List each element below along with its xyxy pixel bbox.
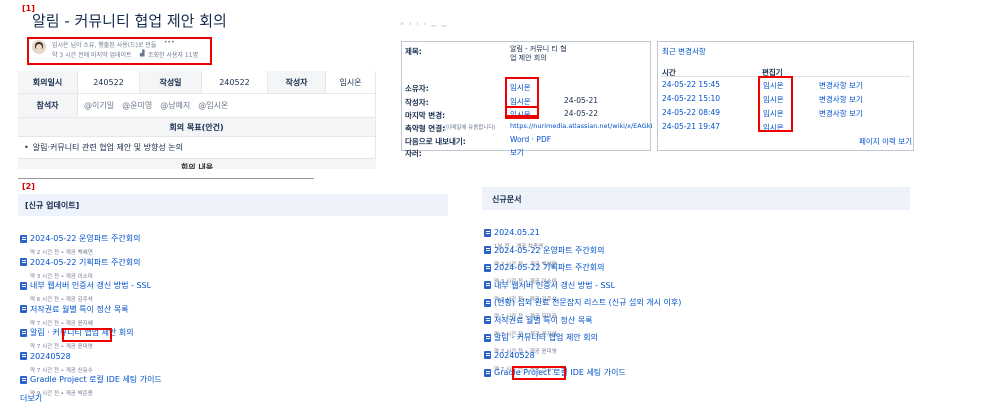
author-value: 임시온: [326, 71, 376, 94]
view-changes-link[interactable]: 변경사항 보기: [819, 80, 863, 91]
page-icon: [484, 298, 491, 307]
bullet: •: [24, 143, 29, 152]
attendee-mention[interactable]: @윤미영: [122, 100, 152, 111]
highlight-left-author: [62, 328, 112, 342]
left-panel-title: [신규 업데이트]: [25, 201, 80, 210]
attendee-mention[interactable]: @이기일: [84, 100, 114, 111]
list-item-title[interactable]: 2024-05-22 운영파트 주간회의: [494, 246, 604, 255]
left-panel-header: [18, 194, 448, 216]
list-item-title[interactable]: 2024-05-22 운영파트 주간회의: [30, 234, 140, 243]
page-icon: [20, 375, 27, 384]
written-value: 240522: [202, 71, 268, 94]
list-item-title[interactable]: Gradle Project 로컬 IDE 세팅 가이드: [30, 375, 162, 384]
page-icon: [484, 263, 491, 272]
attendees-list: @이기일 @윤미영 @남예지 @임시온: [78, 94, 376, 118]
page-icon: [484, 368, 491, 377]
page-icon: [484, 316, 491, 324]
info-owner-label: 소유자:: [405, 84, 429, 93]
view-changes-link[interactable]: 변경사항 보기: [819, 108, 863, 119]
change-time[interactable]: 24-05-21 19:47: [662, 122, 720, 131]
info-title-label: 제목:: [405, 47, 422, 56]
cut-off-heading: " ' ' ' ─ ─: [400, 22, 448, 32]
page-icon: [20, 352, 27, 360]
recent-changes-title: 최근 변경사항: [662, 47, 706, 56]
page-icon: [484, 246, 491, 254]
page-icon: [20, 305, 27, 313]
attendee-mention[interactable]: @남예지: [160, 100, 190, 111]
page-icon: [484, 281, 491, 289]
right-panel-title: 신규문서: [492, 195, 522, 204]
list-item-title[interactable]: 저작권료 월별 특이 정산 목록: [30, 305, 129, 314]
info-tinylink-label: 축약형 연결:: [405, 124, 446, 133]
info-extra-value[interactable]: 보기: [510, 147, 524, 158]
goal-item: • 알림·커뮤니티 관련 협업 제안 및 방향성 논의: [18, 137, 376, 159]
page-icon: [20, 281, 27, 290]
section-2-tag: [2]: [22, 182, 35, 191]
list-item-meta: 약 9 시간 전 • 게공 박준용: [30, 391, 93, 397]
change-time[interactable]: 24-05-22 15:45: [662, 80, 720, 89]
divider: [18, 178, 314, 179]
info-export-links[interactable]: Word · PDF: [510, 135, 551, 144]
list-item-title[interactable]: 내부 웹서버 인증서 갱신 방법 - SSL: [494, 281, 615, 290]
next-section-header: 회의 내용: [18, 159, 376, 169]
page-title: 알림 - 커뮤니티 협업 제안 회의: [32, 12, 227, 30]
page-icon: [20, 328, 27, 337]
page-icon: [484, 228, 491, 237]
list-item-title[interactable]: 저작권료 월별 특이 정산 목록: [494, 316, 593, 325]
page-icon: [20, 234, 27, 243]
list-item-title[interactable]: 20240528: [30, 352, 71, 361]
list-item-title[interactable]: 내부 웹서버 인증서 갱신 방법 - SSL: [30, 281, 151, 290]
written-label: 작성일: [140, 71, 202, 94]
highlight-right-author: [512, 366, 566, 380]
list-item-title[interactable]: 2024.05.21: [494, 228, 540, 237]
info-tinylink-url[interactable]: https://nurimedia.atlassian.net/wiki/x/E…: [510, 122, 652, 130]
date-label: 회의일시: [18, 71, 78, 94]
meeting-info-table: 회의일시 240522 작성일 240522 작성자 임시온 참석자 @이기일 …: [18, 71, 376, 169]
list-item-title[interactable]: 알림 - 커뮤니티 협업 제안 회의: [494, 333, 598, 342]
info-export-label: 다음으로 내보내기:: [405, 137, 466, 146]
info-title-value: 알림 - 커뮤니 티 협업 제안 회의: [510, 45, 567, 62]
list-item-title[interactable]: 20240528: [494, 351, 535, 360]
highlight-byline: [27, 37, 212, 65]
info-modified-label: 마지막 변경:: [405, 111, 446, 120]
change-time[interactable]: 24-05-22 15:10: [662, 94, 720, 103]
info-tinylink-hint: (이메일에 유용합니다): [444, 125, 496, 131]
list-item-title[interactable]: 2024-05-22 기획파트 주간회의: [30, 258, 140, 267]
goal-item-text: 알림·커뮤니티 관련 협업 제안 및 방향성 논의: [32, 143, 183, 152]
view-changes-link[interactable]: 변경사항 보기: [819, 94, 863, 105]
page-history-link[interactable]: 페이지 이력 보기: [859, 136, 912, 147]
attendees-label: 참석자: [18, 94, 78, 118]
right-panel-header: [482, 187, 910, 210]
info-creator-date: 24-05-21: [564, 96, 599, 105]
highlight-editors: [758, 76, 793, 132]
author-label: 작성자: [268, 71, 326, 94]
info-modified-date: 24-05-22: [564, 109, 599, 118]
list-item-title[interactable]: 2024-05-22 기획파트 주간회의: [494, 263, 604, 272]
info-creator-label: 작성자:: [405, 98, 429, 107]
list-item-title[interactable]: (현황) 섭외 완료 전문잡지 리스트 (신규 섭외 개시 이후): [494, 298, 681, 307]
page-icon: [484, 333, 491, 342]
date-value: 240522: [78, 71, 140, 94]
info-extra-label: 자러:: [405, 149, 422, 158]
attendee-mention[interactable]: @임시온: [198, 100, 228, 111]
page-icon: [484, 351, 491, 359]
more-link[interactable]: 더보기: [20, 393, 42, 404]
page-icon: [20, 258, 27, 266]
highlight-modified: [505, 106, 539, 119]
change-time[interactable]: 24-05-22 08:49: [662, 108, 720, 117]
goal-header: 회의 목표(안건): [18, 118, 376, 137]
